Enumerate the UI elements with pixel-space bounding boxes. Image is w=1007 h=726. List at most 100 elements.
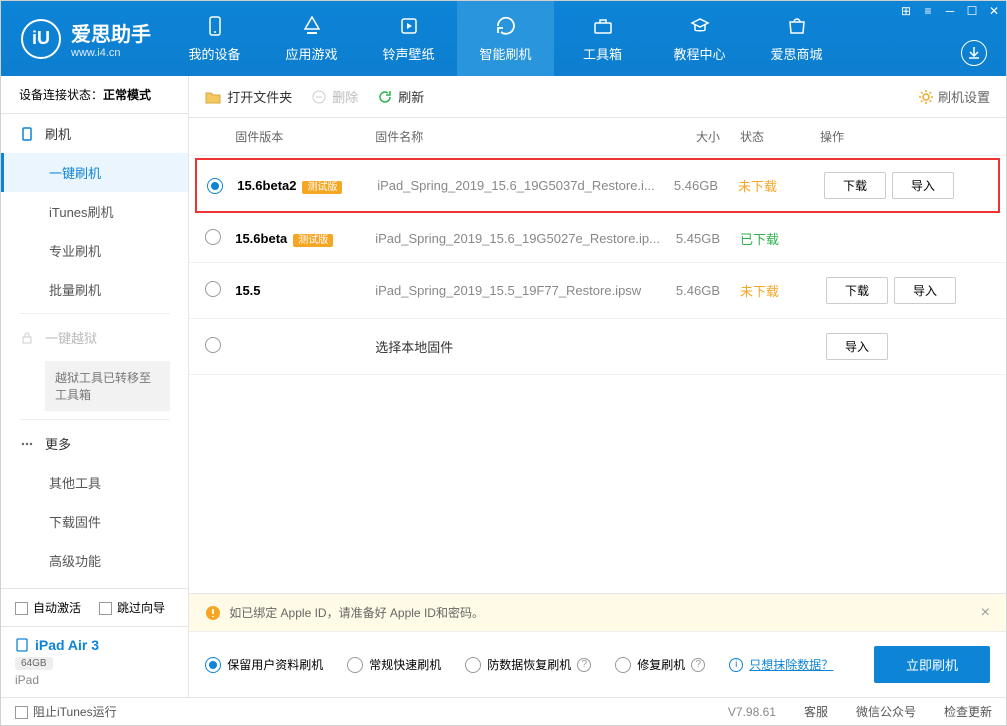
sidebar-item-advanced[interactable]: 高级功能: [1, 541, 188, 580]
nav-tab-ringtone[interactable]: 铃声壁纸: [360, 1, 457, 76]
delete-button[interactable]: 删除: [312, 87, 358, 106]
sidebar: 设备连接状态：正常模式 刷机 一键刷机 iTunes刷机 专业刷机 批量刷机 一…: [1, 76, 189, 697]
minimize-icon[interactable]: ─: [943, 4, 957, 18]
status-cell: 已下载: [740, 229, 820, 248]
grid-icon[interactable]: ⊞: [899, 4, 913, 18]
sidebar-item-batch[interactable]: 批量刷机: [1, 270, 188, 309]
th-version: 固件版本: [235, 128, 375, 145]
help-icon[interactable]: ?: [691, 658, 705, 672]
version-cell: 15.6beta2测试版: [237, 178, 377, 193]
auto-activate-checkbox[interactable]: 自动激活: [15, 599, 81, 616]
toolbar: 打开文件夹 删除 刷新 刷机设置: [189, 76, 1006, 118]
table-header: 固件版本 固件名称 大小 状态 操作: [189, 118, 1006, 156]
action-cell: 下载导入: [820, 277, 990, 304]
open-folder-button[interactable]: 打开文件夹: [205, 87, 292, 106]
flash-options-row: 保留用户资料刷机 常规快速刷机 防数据恢复刷机? 修复刷机? i只想抹除数据？ 立即刷机: [189, 632, 1006, 697]
nav-tab-toolbox[interactable]: 工具箱: [554, 1, 651, 76]
version-cell: 15.5: [235, 283, 375, 298]
version-label: V7.98.61: [728, 705, 776, 719]
maximize-icon[interactable]: ☐: [965, 4, 979, 18]
main-panel: 打开文件夹 删除 刷新 刷机设置 固件版本 固件名称 大小 状态 操作: [189, 76, 1006, 697]
sidebar-item-download-fw[interactable]: 下载固件: [1, 502, 188, 541]
logo-text: 爱思助手: [71, 18, 151, 47]
name-cell: iPad_Spring_2019_15.6_19G5037d_Restore.i…: [377, 178, 658, 193]
firmware-row[interactable]: 15.6beta2测试版 iPad_Spring_2019_15.6_19G50…: [195, 158, 1000, 213]
block-itunes-checkbox[interactable]: 阻止iTunes运行: [15, 703, 117, 720]
refresh-button[interactable]: 刷新: [378, 87, 424, 106]
size-cell: 5.46GB: [658, 178, 738, 193]
nav-tab-tutorial[interactable]: 教程中心: [651, 1, 748, 76]
flash-group-icon: [19, 126, 35, 142]
firmware-row[interactable]: 15.6beta测试版 iPad_Spring_2019_15.6_19G502…: [189, 215, 1006, 263]
th-status: 状态: [740, 128, 820, 145]
nav-tab-device[interactable]: 我的设备: [166, 1, 263, 76]
sidebar-item-oneclick[interactable]: 一键刷机: [1, 153, 188, 192]
sidebar-item-pro[interactable]: 专业刷机: [1, 231, 188, 270]
name-cell: iPad_Spring_2019_15.6_19G5027e_Restore.i…: [375, 231, 660, 246]
erase-link[interactable]: 只想抹除数据？: [749, 656, 833, 673]
flash-now-button[interactable]: 立即刷机: [874, 646, 990, 683]
footer-wechat[interactable]: 微信公众号: [856, 703, 916, 720]
footer: 阻止iTunes运行 V7.98.61 客服 微信公众号 检查更新: [1, 697, 1006, 725]
sidebar-item-other[interactable]: 其他工具: [1, 463, 188, 502]
import-button[interactable]: 导入: [894, 277, 956, 304]
bottom-panel: 如已绑定 Apple ID，请准备好 Apple ID和密码。 × 保留用户资料…: [189, 593, 1006, 697]
firmware-row[interactable]: 15.5 iPad_Spring_2019_15.5_19F77_Restore…: [189, 263, 1006, 319]
erase-link-group: i只想抹除数据？: [729, 656, 833, 673]
lock-icon: [19, 330, 35, 346]
flash-option[interactable]: 保留用户资料刷机: [205, 656, 323, 673]
status-cell: 未下载: [740, 281, 820, 300]
size-cell: 5.45GB: [660, 231, 740, 246]
flash-option[interactable]: 修复刷机?: [615, 656, 705, 673]
apps-icon: [300, 14, 324, 38]
device-info: iPad Air 3 64GB iPad: [1, 627, 188, 697]
menu-icon[interactable]: ≡: [921, 4, 935, 18]
th-action: 操作: [820, 128, 990, 145]
tutorial-icon: [688, 14, 712, 38]
sidebar-item-itunes[interactable]: iTunes刷机: [1, 192, 188, 231]
th-name: 固件名称: [375, 128, 660, 145]
close-warning-icon[interactable]: ×: [981, 604, 990, 622]
device-name[interactable]: iPad Air 3: [15, 637, 174, 653]
logo-url: www.i4.cn: [71, 47, 151, 59]
download-button[interactable]: 下载: [826, 277, 888, 304]
import-button[interactable]: 导入: [826, 333, 888, 360]
flash-option[interactable]: 防数据恢复刷机?: [465, 656, 591, 673]
warning-icon: [205, 605, 221, 621]
flash-settings-button[interactable]: 刷机设置: [918, 87, 990, 106]
sidebar-group-jailbreak: 一键越狱: [1, 318, 188, 357]
sidebar-group-flash[interactable]: 刷机: [1, 114, 188, 153]
ringtone-icon: [397, 14, 421, 38]
nav-tab-apps[interactable]: 应用游戏: [263, 1, 360, 76]
flash-option[interactable]: 常规快速刷机: [347, 656, 441, 673]
name-cell: iPad_Spring_2019_15.5_19F77_Restore.ipsw: [375, 283, 660, 298]
more-icon: [19, 436, 35, 452]
help-icon[interactable]: ?: [577, 658, 591, 672]
nav-tab-flash[interactable]: 智能刷机: [457, 1, 554, 76]
select-radio[interactable]: [205, 337, 221, 353]
sidebar-group-more[interactable]: 更多: [1, 424, 188, 463]
select-radio[interactable]: [205, 229, 221, 245]
action-cell: 下载导入: [818, 172, 988, 199]
nav-tab-store[interactable]: 爱思商城: [748, 1, 845, 76]
logo-icon: iU: [21, 19, 61, 59]
download-button[interactable]: 下载: [824, 172, 886, 199]
skip-guide-checkbox[interactable]: 跳过向导: [99, 599, 165, 616]
select-radio[interactable]: [207, 178, 223, 194]
select-radio[interactable]: [205, 281, 221, 297]
footer-support[interactable]: 客服: [804, 703, 828, 720]
footer-update[interactable]: 检查更新: [944, 703, 992, 720]
jailbreak-note: 越狱工具已转移至工具箱: [45, 361, 170, 411]
logo-area: iU 爱思助手 www.i4.cn: [1, 18, 166, 59]
flash-icon: [494, 14, 518, 38]
window-controls: ⊞ ≡ ─ ☐ ✕: [899, 4, 1001, 18]
firmware-row[interactable]: 选择本地固件 导入: [189, 319, 1006, 375]
device-icon: [203, 14, 227, 38]
import-button[interactable]: 导入: [892, 172, 954, 199]
close-icon[interactable]: ✕: [987, 4, 1001, 18]
version-cell: 15.6beta测试版: [235, 231, 375, 246]
action-cell: 导入: [820, 333, 990, 360]
warning-bar: 如已绑定 Apple ID，请准备好 Apple ID和密码。 ×: [189, 594, 1006, 632]
size-cell: 5.46GB: [660, 283, 740, 298]
download-icon[interactable]: [961, 40, 987, 66]
